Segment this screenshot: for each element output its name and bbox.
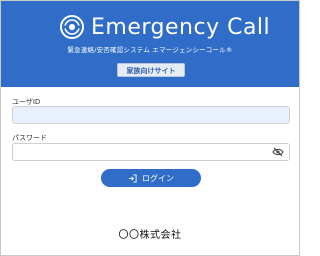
app-subtitle: 緊急連絡/安否確認システム エマージェンシーコール® — [67, 46, 233, 54]
family-site-badge: 家族向けサイト — [117, 63, 185, 77]
password-input[interactable] — [12, 143, 290, 161]
login-page: Emergency Call 緊急連絡/安否確認システム エマージェンシーコール… — [0, 0, 300, 256]
eye-off-icon[interactable] — [272, 147, 284, 157]
emergency-call-logo-icon — [60, 15, 84, 39]
login-button-label: ログイン — [142, 173, 174, 183]
password-label: パスワード — [12, 134, 47, 142]
login-button[interactable]: ログイン — [101, 169, 201, 187]
logo: Emergency Call — [59, 13, 270, 41]
login-icon — [128, 173, 137, 183]
app-title: Emergency Call — [91, 14, 271, 40]
userid-input[interactable] — [12, 106, 290, 124]
header: Emergency Call 緊急連絡/安否確認システム エマージェンシーコール… — [1, 1, 299, 87]
company-name: 〇〇株式会社 — [118, 230, 182, 241]
